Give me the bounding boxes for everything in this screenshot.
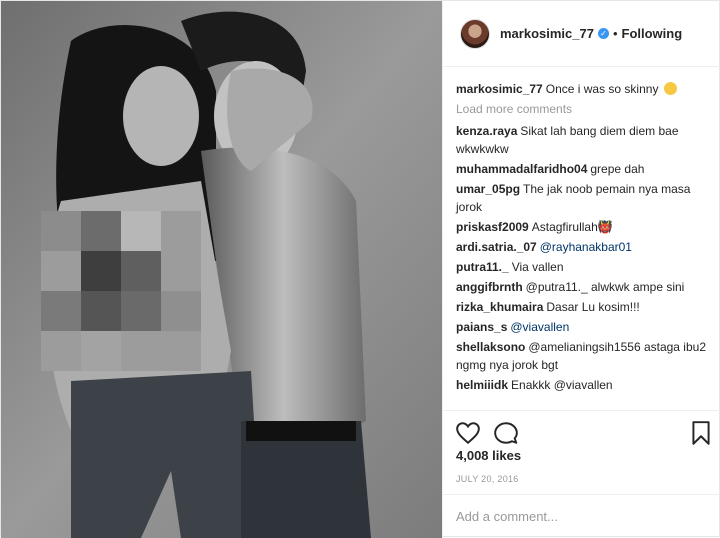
- comment-username[interactable]: muhammadalfaridho04: [456, 162, 587, 176]
- comment-username[interactable]: paians_s: [456, 320, 507, 334]
- comment-username[interactable]: putra11._: [456, 260, 509, 274]
- comment-username[interactable]: anggifbrnth: [456, 280, 523, 294]
- caption-username[interactable]: markosimic_77: [456, 82, 543, 96]
- comment-username[interactable]: ardi.satria._07: [456, 240, 537, 254]
- comment-mention-link[interactable]: @rayhanakbar01: [540, 240, 632, 254]
- comment-username[interactable]: kenza.raya: [456, 124, 517, 138]
- comments-section[interactable]: markosimic_77 Once i was so skinny Load m…: [443, 68, 720, 410]
- add-comment-input[interactable]: [456, 509, 706, 524]
- comment-username[interactable]: umar_05pg: [456, 182, 520, 196]
- likes-count[interactable]: 4,008 likes: [456, 448, 521, 463]
- comment-text: Via vallen: [511, 260, 564, 274]
- bookmark-icon[interactable]: [688, 420, 714, 446]
- comment-username[interactable]: rizka_khumaira: [456, 300, 543, 314]
- comment-icon[interactable]: [493, 420, 519, 446]
- caption: markosimic_77 Once i was so skinny: [456, 80, 712, 98]
- comment-item: rizka_khumaira Dasar Lu kosim!!!: [456, 298, 712, 316]
- comment-username[interactable]: shellaksono: [456, 340, 525, 354]
- following-button[interactable]: Following: [622, 26, 683, 41]
- comment-item: muhammadalfaridho04 grepe dah: [456, 160, 712, 178]
- comment-username[interactable]: helmiiidk: [456, 378, 508, 392]
- comment-text: Dasar Lu kosim!!!: [546, 300, 640, 314]
- grimacing-face-emoji-icon: [663, 82, 677, 95]
- heart-icon[interactable]: [455, 420, 481, 446]
- comment-text: grepe dah: [590, 162, 645, 176]
- comment-item: umar_05pg The jak noob pemain nya masa jo…: [456, 180, 712, 216]
- comment-item: kenza.raya Sikat lah bang diem diem bae w…: [456, 122, 712, 158]
- comment-item: anggifbrnth @putra11._ alwkwk ampe sini: [456, 278, 712, 296]
- comment-text: Astagfirullah👹: [531, 220, 613, 234]
- load-more-comments-button[interactable]: Load more comments: [456, 102, 712, 116]
- comment-item: putra11._ Via vallen: [456, 258, 712, 276]
- instagram-post: markosimic_77 ✓ • Following markosimic_7…: [0, 0, 720, 538]
- header-separator: •: [612, 26, 618, 41]
- post-sidebar: markosimic_77 ✓ • Following markosimic_7…: [442, 1, 720, 538]
- post-date[interactable]: JULY 20, 2016: [456, 474, 519, 484]
- post-photo[interactable]: [1, 1, 442, 538]
- comment-text: @putra11._ alwkwk ampe sini: [525, 280, 685, 294]
- comment-mention-link[interactable]: @viavallen: [510, 320, 569, 334]
- header-username[interactable]: markosimic_77: [500, 26, 594, 41]
- comment-item: shellaksono @amelianingsih1556 astaga ibu…: [456, 338, 712, 374]
- verified-badge-icon: ✓: [597, 28, 609, 39]
- comment-item: helmiiidk Enakkk @viavallen: [456, 376, 712, 394]
- comment-text: Enakkk @viavallen: [511, 378, 613, 392]
- comment-item: priskasf2009 Astagfirullah👹: [456, 218, 712, 236]
- black-and-white-couple-photo: [1, 1, 442, 538]
- comment-username[interactable]: priskasf2009: [456, 220, 529, 234]
- comment-item: ardi.satria._07 @rayhanakbar01: [456, 238, 712, 256]
- post-header: markosimic_77 ✓ • Following: [443, 1, 720, 67]
- comment-item: paians_s @viavallen: [456, 318, 712, 336]
- caption-text: Once i was so skinny: [545, 82, 659, 96]
- add-comment-bar: [443, 494, 720, 538]
- avatar[interactable]: [460, 18, 490, 49]
